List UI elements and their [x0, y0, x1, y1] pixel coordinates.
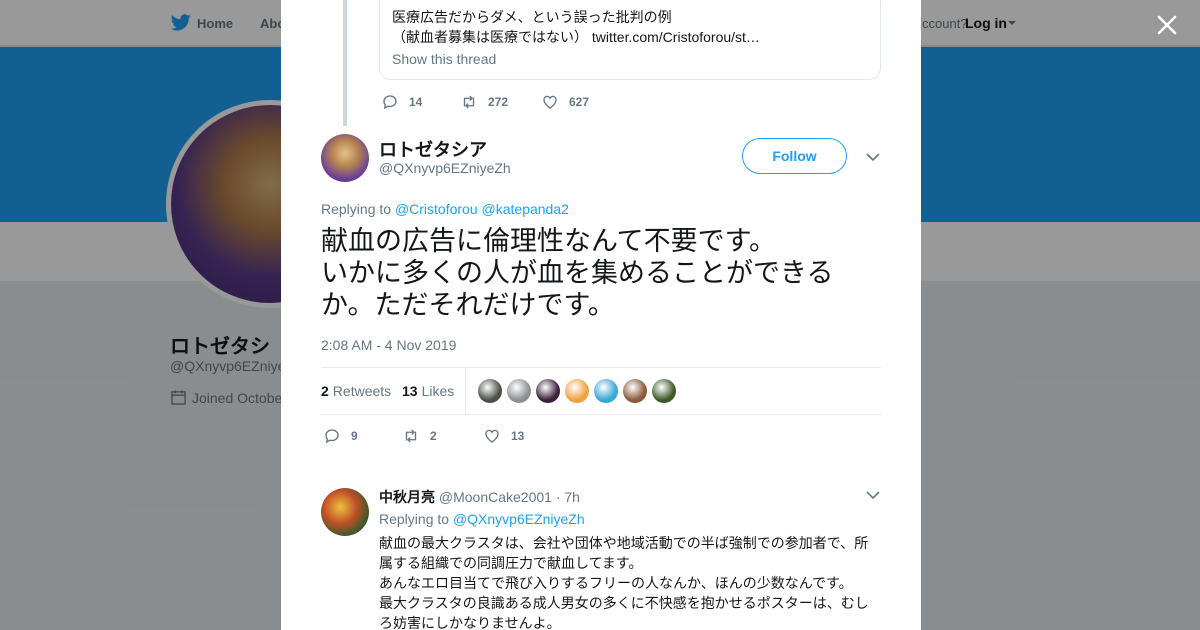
reply-author-handle[interactable]: @MoonCake2001	[439, 489, 552, 505]
liker-avatar[interactable]	[478, 379, 502, 403]
reply-text-line: あんなエロ目当てで飛び入りするフリーの人なんか、ほんの少数なんです。	[379, 576, 853, 592]
retweet-icon	[405, 429, 417, 443]
retweets-stat[interactable]: 2 Retweets	[321, 383, 391, 399]
follow-button[interactable]: Follow	[742, 138, 847, 174]
quoted-tweet-line-2: （献血者募集は医療ではない） twitter.com/Cristoforou/s…	[392, 27, 760, 47]
liker-avatar[interactable]	[536, 379, 560, 403]
show-thread-link[interactable]: Show this thread	[392, 51, 496, 67]
replying-prefix: Replying to	[379, 511, 450, 527]
mention-link[interactable]: @Cristoforou	[395, 201, 478, 217]
reply-header: 中秋月亮 @MoonCake2001 · 7h	[379, 487, 580, 507]
reply-author-name[interactable]: 中秋月亮	[379, 489, 435, 505]
author-handle[interactable]: @QXnyvp6EZniyeZh	[379, 160, 511, 176]
like-action[interactable]: 13	[483, 427, 524, 445]
reply-time[interactable]: · 7h	[556, 489, 580, 505]
reply-text-line: 最大クラスタの良識ある成人男女の多くに不快感を抱かせるポスターは、むし	[379, 596, 869, 612]
stats-divider	[465, 368, 466, 414]
like-label: Likes	[421, 383, 455, 399]
author-avatar[interactable]	[321, 134, 369, 182]
parent-retweet-action[interactable]: 272	[460, 93, 508, 111]
tweet-modal: 医療広告だからダメ、という誤った批判の例 （献血者募集は医療ではない） twit…	[281, 0, 921, 630]
reply-text: 献血の最大クラスタは、会社や団体や地域活動での半ば強制での参加者で、所 属する組…	[379, 534, 879, 630]
tweet-text: 献血の広告に倫理性なんて不要です。 いかに多くの人が血を集めることができる か。…	[321, 226, 881, 322]
tweet-stats: 2 Retweets 13 Likes	[321, 367, 881, 415]
quoted-tweet-link[interactable]: twitter.com/Cristoforou/st…	[592, 29, 760, 45]
likes-stat[interactable]: 13 Likes	[402, 383, 454, 399]
close-icon[interactable]	[1154, 12, 1180, 38]
tweet-text-line: か。ただそれだけです。	[321, 290, 615, 321]
heart-icon	[485, 429, 499, 443]
replying-to: Replying to @Cristoforou @katepanda2	[321, 201, 569, 217]
reply-action[interactable]: 9	[323, 427, 358, 445]
tweet-timestamp[interactable]: 2:08 AM - 4 Nov 2019	[321, 337, 456, 353]
parent-like-count: 627	[569, 95, 590, 109]
reply-icon	[383, 95, 397, 110]
tweet-text-line: いかに多くの人が血を集めることができる	[321, 258, 834, 289]
thread-connector-line	[343, 0, 347, 126]
parent-like-action[interactable]: 627	[541, 93, 589, 111]
reply-text-line: ろ妨害にしかなりませんよ。	[379, 616, 561, 630]
like-action-count: 13	[511, 429, 525, 443]
like-count: 13	[402, 383, 418, 399]
retweet-icon	[463, 95, 475, 109]
author-name[interactable]: ロトゼタシア	[379, 136, 487, 162]
reply-replying-to: Replying to @QXnyvp6EZniyeZh	[379, 511, 585, 527]
parent-retweet-count: 272	[488, 95, 509, 109]
quoted-tweet-card[interactable]: 医療広告だからダメ、という誤った批判の例 （献血者募集は医療ではない） twit…	[379, 0, 881, 80]
heart-icon	[543, 95, 557, 109]
liker-avatar[interactable]	[652, 379, 676, 403]
quoted-tweet-text: （献血者募集は医療ではない）	[392, 29, 588, 45]
liker-avatar[interactable]	[507, 379, 531, 403]
liker-avatar[interactable]	[565, 379, 589, 403]
mention-link[interactable]: @QXnyvp6EZniyeZh	[453, 511, 585, 527]
quoted-tweet-line-1: 医療広告だからダメ、という誤った批判の例	[392, 9, 672, 25]
liker-avatar[interactable]	[594, 379, 618, 403]
retweet-count: 2	[321, 383, 329, 399]
reply-icon	[325, 429, 339, 444]
chevron-down-icon[interactable]	[866, 152, 880, 162]
reply-count: 9	[351, 429, 358, 443]
retweet-label: Retweets	[332, 383, 392, 399]
reply-author-avatar[interactable]	[321, 488, 369, 536]
retweet-action-count: 2	[430, 429, 437, 443]
mention-link[interactable]: @katepanda2	[482, 201, 569, 217]
reply-text-line: 献血の最大クラスタは、会社や団体や地域活動での半ば強制での参加者で、所	[379, 536, 869, 552]
chevron-down-icon[interactable]	[866, 490, 880, 500]
reply-text-line: 属する組織での同調圧力で献血してます。	[379, 556, 643, 572]
tweet-text-line: 献血の広告に倫理性なんて不要です。	[321, 226, 776, 257]
replying-prefix: Replying to	[321, 201, 392, 217]
parent-reply-action[interactable]: 14	[381, 93, 422, 111]
parent-reply-count: 14	[409, 95, 423, 109]
retweet-action[interactable]: 2	[402, 427, 437, 445]
liker-avatar[interactable]	[623, 379, 647, 403]
